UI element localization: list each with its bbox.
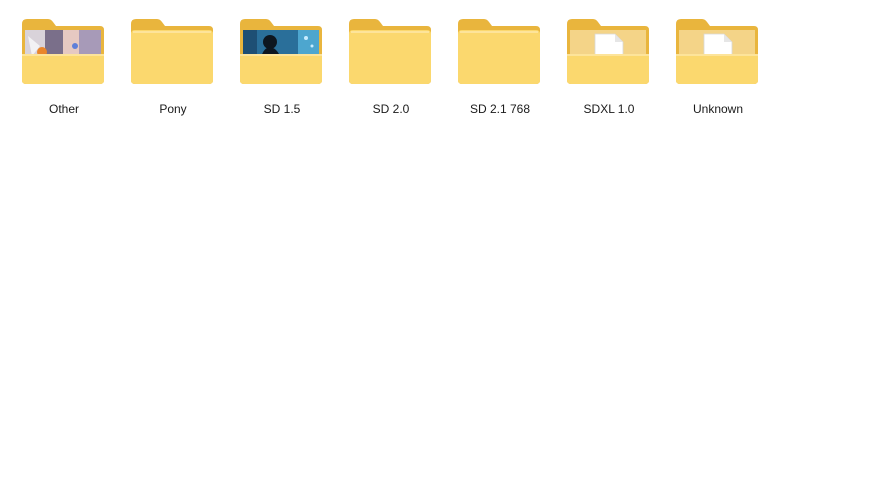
folder-label: Unknown xyxy=(692,102,744,116)
folder-other[interactable]: Other xyxy=(10,8,118,126)
folder-label: Pony xyxy=(159,102,187,116)
folder-label: Other xyxy=(48,102,79,116)
folder-sd-2-0[interactable]: SD 2.0 xyxy=(337,8,445,126)
folder-icon xyxy=(456,16,542,86)
folder-sd-2-1-768[interactable]: SD 2.1 768 xyxy=(446,8,554,126)
folder-icon xyxy=(129,16,215,86)
folder-label: SDXL 1.0 xyxy=(583,102,635,116)
folder-label: SD 2.0 xyxy=(372,102,410,116)
folder-with-document-icon xyxy=(674,16,760,86)
folder-icon xyxy=(347,16,433,86)
folder-unknown[interactable]: Unknown xyxy=(664,8,772,126)
folder-sdxl-1-0[interactable]: SDXL 1.0 xyxy=(555,8,663,126)
folder-label: SD 1.5 xyxy=(263,102,301,116)
folder-sd-1-5[interactable]: SD 1.5 xyxy=(228,8,336,126)
file-view: Other Pony SD 1.5 SD 2.0 SD 2.1 768 SDXL… xyxy=(10,8,882,128)
folder-pony[interactable]: Pony xyxy=(119,8,227,126)
folder-with-document-icon xyxy=(565,16,651,86)
folder-with-image-icon xyxy=(20,16,106,86)
folder-with-image-icon xyxy=(238,16,324,86)
folder-label: SD 2.1 768 xyxy=(469,102,531,116)
